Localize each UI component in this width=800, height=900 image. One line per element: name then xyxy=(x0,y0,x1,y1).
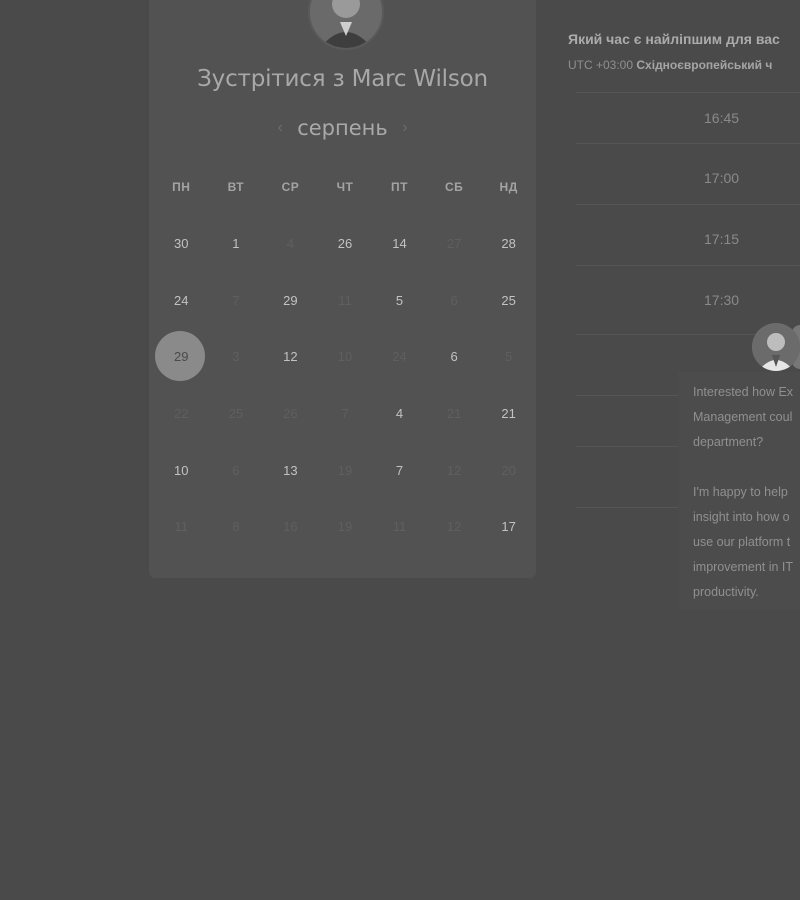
month-label: серпень xyxy=(297,116,388,140)
weekday-label: ПН xyxy=(172,180,191,194)
calendar-day[interactable]: 13 xyxy=(263,442,318,499)
timezone-offset: UTC +03:00 xyxy=(568,58,634,72)
calendar-day-disabled: 6 xyxy=(232,462,240,478)
calendar-day-disabled: 11 xyxy=(338,292,352,308)
calendar-day[interactable]: 5 xyxy=(372,272,427,329)
chat-line: productivity. xyxy=(693,585,759,599)
chevron-left-icon[interactable]: ‹ xyxy=(267,119,292,137)
time-slot[interactable]: 17:00 xyxy=(576,148,800,208)
calendar-day[interactable]: 28 xyxy=(481,215,536,272)
calendar-day[interactable]: 30 xyxy=(154,215,209,272)
weekday-label: СБ xyxy=(444,180,464,194)
chat-spacer xyxy=(693,455,800,480)
calendar-day-disabled: 6 xyxy=(450,292,458,308)
chat-line: use our platform t xyxy=(693,535,791,549)
calendar-day-disabled: 16 xyxy=(283,519,298,535)
calendar-day[interactable]: 12 xyxy=(263,328,318,385)
calendar-day[interactable]: 1 xyxy=(209,215,264,272)
calendar-day[interactable]: 24 xyxy=(154,272,209,329)
calendar-day-disabled: 21 xyxy=(446,405,462,421)
chat-message: Interested how Ex Management coul depart… xyxy=(678,372,800,610)
calendar-day-disabled: 11 xyxy=(392,519,407,535)
weekday-label: НД xyxy=(499,180,518,194)
calendar-day[interactable]: 29 xyxy=(263,272,318,329)
month-navigation: ‹ серпень › xyxy=(149,116,536,140)
divider xyxy=(576,265,800,266)
chat-line: Interested how Ex xyxy=(693,385,794,399)
calendar-day-disabled: 4 xyxy=(286,235,295,251)
chat-line: Management coul xyxy=(693,410,793,424)
calendar-day-disabled: 5 xyxy=(505,349,513,365)
calendar-day-disabled: 26 xyxy=(283,405,298,421)
weekday-label: ВТ xyxy=(227,180,245,194)
calendar-day-disabled: 3 xyxy=(232,349,240,365)
calendar-day[interactable]: 7 xyxy=(372,442,427,499)
calendar-day-disabled: 8 xyxy=(232,519,240,535)
time-slot[interactable]: 17:30 xyxy=(576,270,800,330)
timezone-label[interactable]: UTC +03:00 Східноєвропейський ч xyxy=(568,58,772,72)
calendar-day-disabled: 22 xyxy=(174,405,189,421)
time-question: Який час є найліпшим для вас xyxy=(568,31,780,47)
calendar-day-disabled: 12 xyxy=(446,462,462,478)
calendar-day-disabled: 7 xyxy=(341,405,349,421)
calendar-day[interactable]: 10 xyxy=(154,442,209,499)
selected-day-label: 29 xyxy=(174,349,189,365)
calendar-day-disabled: 19 xyxy=(337,519,353,535)
time-slot[interactable]: 16:45 xyxy=(576,88,800,148)
calendar-grid: 30 1 4 26 14 27 28 24 7 29 11 5 6 25 29 … xyxy=(154,215,536,555)
weekday-label: ПТ xyxy=(391,180,409,194)
calendar-day-disabled: 25 xyxy=(228,405,244,421)
timezone-name: Східноєвропейський ч xyxy=(636,58,773,72)
chat-line: I'm happy to help xyxy=(693,485,788,499)
chevron-right-icon[interactable]: › xyxy=(392,119,417,137)
chat-avatar[interactable] xyxy=(752,323,800,371)
chat-line: improvement in IT xyxy=(693,560,794,574)
chat-line: department? xyxy=(693,435,764,449)
calendar-day-disabled: 12 xyxy=(446,519,462,535)
divider xyxy=(576,143,800,144)
meeting-title: Зустрітися з Marc Wilson xyxy=(197,66,488,92)
time-slot[interactable]: 17:15 xyxy=(576,209,800,269)
calendar-day[interactable]: 25 xyxy=(481,272,536,329)
calendar-day-disabled: 27 xyxy=(446,235,462,251)
chat-line: insight into how o xyxy=(693,510,790,524)
calendar-day[interactable]: 26 xyxy=(318,215,373,272)
calendar-day[interactable]: 4 xyxy=(372,385,427,442)
calendar-day-disabled: 24 xyxy=(392,349,407,365)
calendar-day-disabled: 11 xyxy=(174,519,189,535)
calendar-day-disabled: 10 xyxy=(337,349,353,365)
calendar-day[interactable]: 17 xyxy=(481,498,536,555)
weekday-label: СР xyxy=(281,180,300,194)
calendar-day-disabled: 7 xyxy=(232,292,240,308)
calendar-day-disabled: 20 xyxy=(501,462,516,478)
weekday-label: ЧТ xyxy=(336,180,354,194)
calendar-day[interactable]: 14 xyxy=(372,215,427,272)
calendar-day-selected[interactable]: 29 xyxy=(154,328,209,385)
calendar-day[interactable]: 21 xyxy=(481,385,536,442)
divider xyxy=(576,204,800,205)
weekday-header: ПН ВТ СР ЧТ ПТ СБ НД xyxy=(154,180,534,194)
calendar-day[interactable]: 6 xyxy=(427,328,482,385)
calendar-day-disabled: 19 xyxy=(337,462,353,478)
